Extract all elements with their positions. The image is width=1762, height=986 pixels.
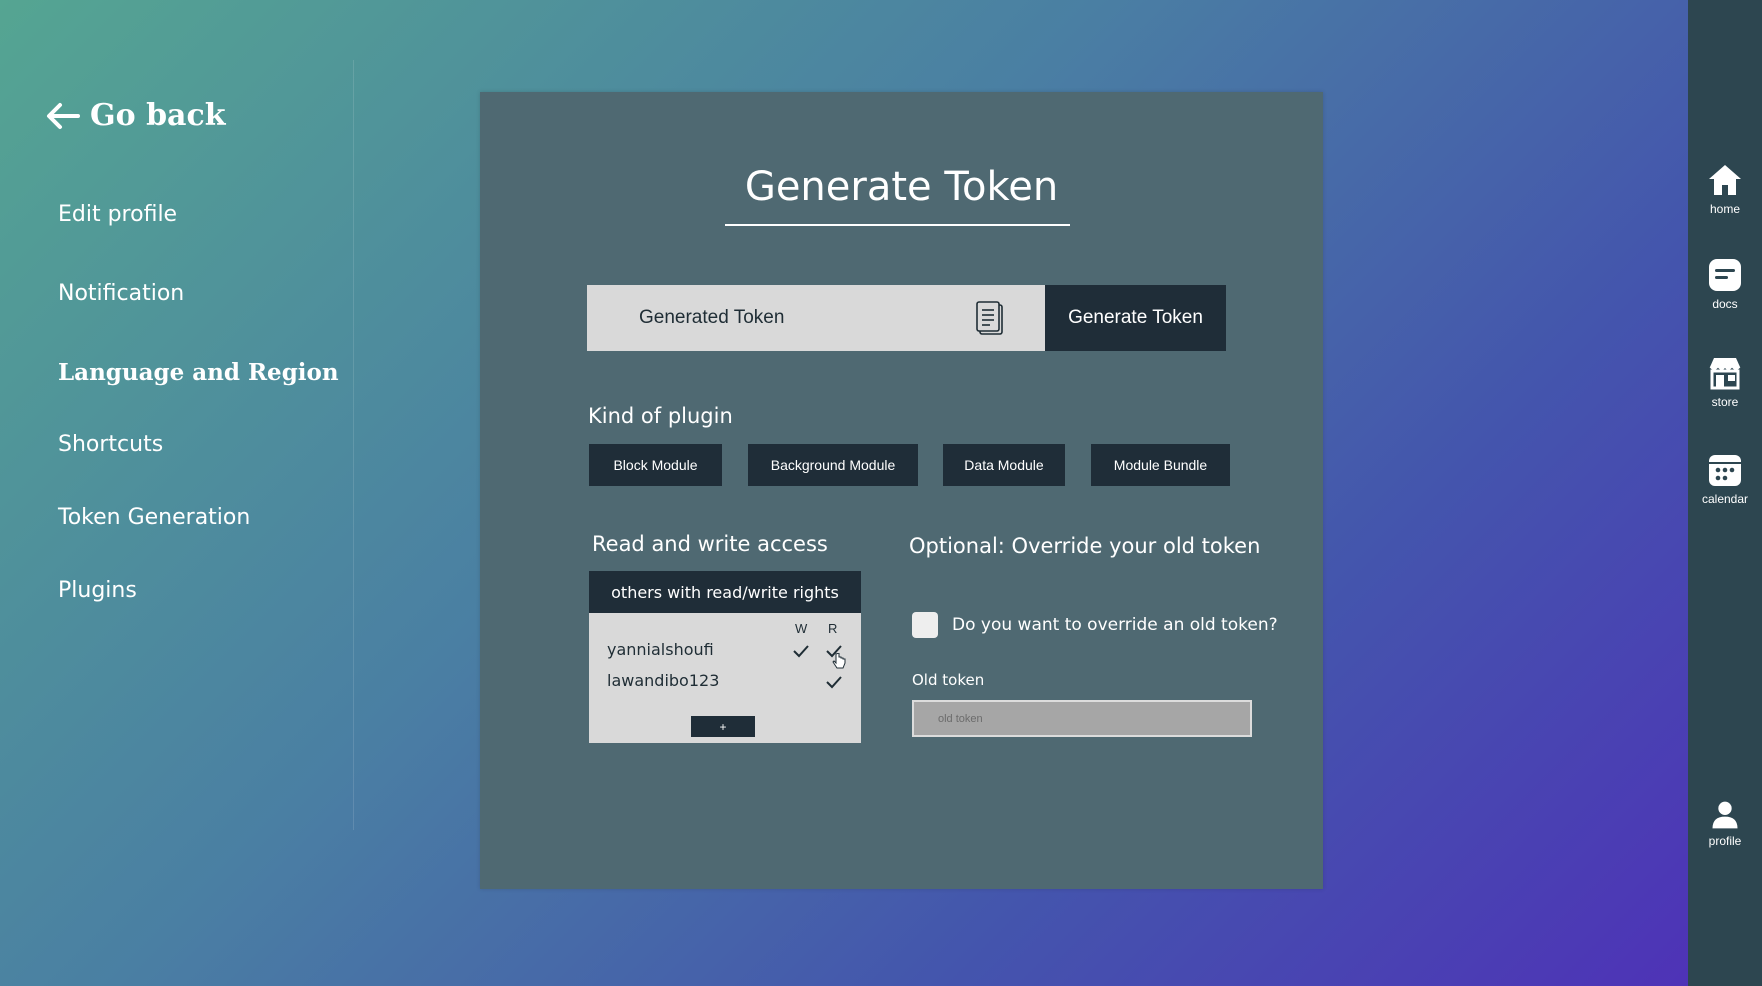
plugin-kind-label: Kind of plugin: [588, 404, 733, 428]
plugin-block-module-button[interactable]: Block Module: [589, 444, 722, 486]
generate-token-button[interactable]: Generate Token: [1045, 285, 1226, 351]
home-icon: [1709, 165, 1741, 195]
rail-label-store: store: [1711, 395, 1739, 409]
old-token-label: Old token: [912, 671, 985, 689]
rail-item-calendar[interactable]: calendar: [1688, 452, 1762, 506]
plugin-data-module-button[interactable]: Data Module: [943, 444, 1065, 486]
access-header[interactable]: others with read/write rights: [589, 571, 861, 613]
plugin-background-module-button[interactable]: Background Module: [748, 444, 918, 486]
hand-cursor-icon: [832, 653, 846, 669]
generated-token-value: Generated Token: [639, 307, 785, 328]
title-underline: [725, 224, 1070, 226]
access-user-name: yannialshoufi: [607, 640, 714, 659]
menu-item-edit-profile[interactable]: Edit profile: [58, 202, 177, 227]
rail-item-store[interactable]: store: [1688, 355, 1762, 409]
write-column-header: W: [795, 621, 808, 636]
write-check-icon[interactable]: [792, 643, 810, 659]
copy-icon[interactable]: [975, 300, 1005, 336]
old-token-input[interactable]: [912, 700, 1252, 737]
menu-item-language-and-region[interactable]: Language and Region: [58, 359, 339, 386]
docs-icon: [1709, 259, 1741, 291]
go-back-label: Go back: [90, 98, 226, 133]
rail-item-home[interactable]: home: [1688, 162, 1762, 216]
read-check-icon[interactable]: [825, 674, 843, 690]
page-title: Generate Token: [744, 164, 1059, 210]
generated-token-field[interactable]: Generated Token: [587, 285, 1045, 351]
override-checkbox-label: Do you want to override an old token?: [952, 615, 1278, 635]
sidebar-divider: [353, 60, 354, 830]
rail-item-docs[interactable]: docs: [1688, 257, 1762, 311]
arrow-left-icon: [47, 102, 80, 129]
menu-item-plugins[interactable]: Plugins: [58, 578, 137, 603]
plugin-module-bundle-button[interactable]: Module Bundle: [1091, 444, 1230, 486]
generate-token-card: Generate Token Generated Token Generate …: [480, 92, 1323, 889]
rail-label-docs: docs: [1712, 297, 1738, 311]
go-back-button[interactable]: Go back: [44, 98, 226, 133]
access-list: W R yannialshoufi lawandibo123 +: [589, 613, 861, 743]
read-column-header: R: [828, 621, 838, 636]
menu-item-notification[interactable]: Notification: [58, 281, 184, 306]
override-label: Optional: Override your old token: [909, 534, 1261, 558]
profile-icon: [1712, 801, 1738, 829]
store-icon: [1709, 358, 1741, 390]
access-label: Read and write access: [592, 532, 828, 556]
rail-item-profile[interactable]: profile: [1688, 800, 1762, 848]
menu-item-shortcuts[interactable]: Shortcuts: [58, 432, 163, 457]
rail-label-home: home: [1709, 202, 1741, 216]
right-rail: home docs store calendar profile: [1688, 0, 1762, 986]
access-user-name: lawandibo123: [607, 671, 720, 690]
rail-label-calendar: calendar: [1701, 492, 1749, 506]
override-checkbox[interactable]: [912, 612, 938, 638]
calendar-icon: [1709, 455, 1741, 486]
rail-label-profile: profile: [1708, 834, 1742, 848]
menu-item-token-generation[interactable]: Token Generation: [58, 505, 250, 530]
add-user-button[interactable]: +: [691, 716, 755, 737]
